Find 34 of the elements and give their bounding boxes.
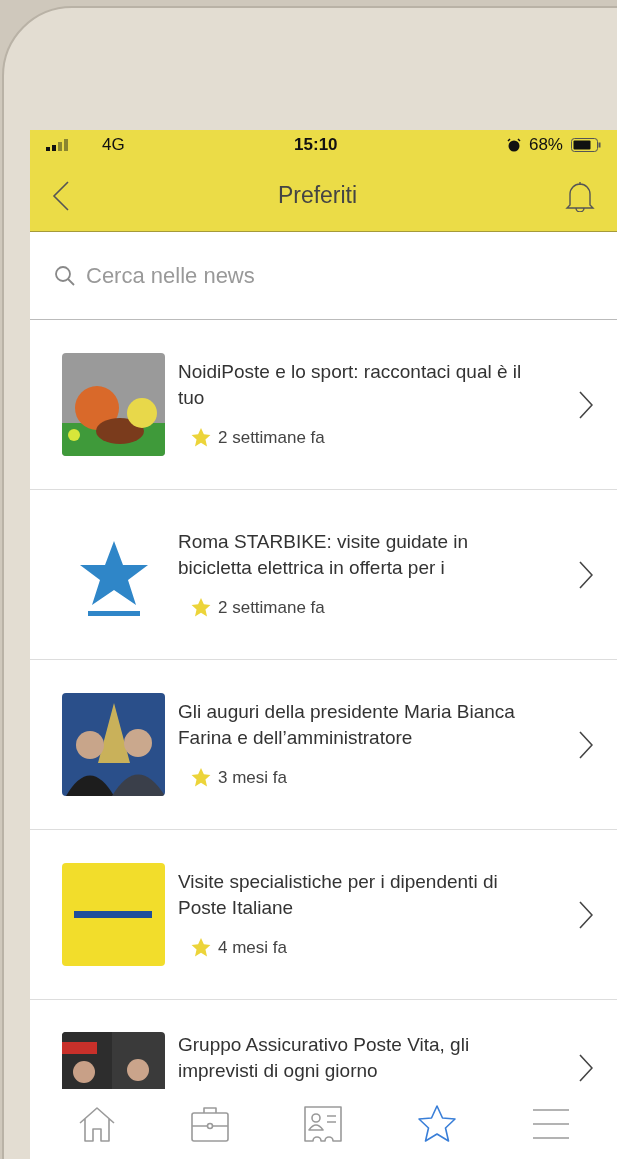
search-icon xyxy=(54,264,76,287)
screen-title: Preferiti xyxy=(277,181,358,211)
news-title: Gruppo Assicurativo Poste Vita, gli imprevisti di ogni giorno xyxy=(178,1033,471,1083)
news-item[interactable]: NoidiPoste e lo sport: raccontaci qual è il tuo 2 settimane fa xyxy=(30,320,617,490)
news-time: 2 settimane fa xyxy=(218,596,325,619)
news-item[interactable]: Gli auguri della presidente Maria Bianca Farina e dell’amministratore 3 mesi fa xyxy=(30,660,617,830)
news-item[interactable]: Visite specialistiche per i dipendenti di Poste Italiane 4 mesi fa xyxy=(30,830,617,1000)
star-icon xyxy=(190,427,212,448)
signal-icon xyxy=(46,139,68,151)
network-label: 4G xyxy=(102,134,125,157)
news-title: Roma STARBIKE: visite guidate in bicicletta elettrica in offerta per i xyxy=(178,529,470,580)
search-field[interactable]: Cerca nelle news xyxy=(30,232,617,320)
star-icon xyxy=(190,597,212,618)
chevron-icon xyxy=(579,900,593,929)
alarm-icon xyxy=(506,138,521,152)
news-item[interactable]: Roma STARBIKE: visite guidate in bicicletta elettrica in offerta per i 2 settimane fa xyxy=(30,490,617,660)
news-title: Visite specialistiche per i dipendenti di Poste Italiane xyxy=(178,869,499,920)
battery-percent: 68% xyxy=(528,134,563,157)
search-input[interactable]: Cerca nelle news xyxy=(86,259,593,292)
clock: 15:10 xyxy=(294,134,338,157)
news-title: NoidiPoste e lo sport: raccontaci qual è il tuo xyxy=(178,359,523,410)
news-title: Gli auguri della presidente Maria Bianca Farina e dell’amministratore xyxy=(178,699,516,750)
news-time: 2 settimane fa xyxy=(218,426,325,449)
chevron-icon xyxy=(579,560,593,589)
star-icon xyxy=(190,937,212,958)
chevron-icon xyxy=(579,730,593,759)
chevron-icon xyxy=(579,390,593,419)
star-icon xyxy=(190,767,212,788)
news-time: 3 mesi fa xyxy=(218,766,287,789)
bell-icon[interactable] xyxy=(565,179,595,212)
news-time: 4 mesi fa xyxy=(218,936,287,959)
back-button[interactable] xyxy=(52,179,70,212)
battery-icon xyxy=(571,138,601,152)
chevron-icon xyxy=(579,1054,593,1082)
